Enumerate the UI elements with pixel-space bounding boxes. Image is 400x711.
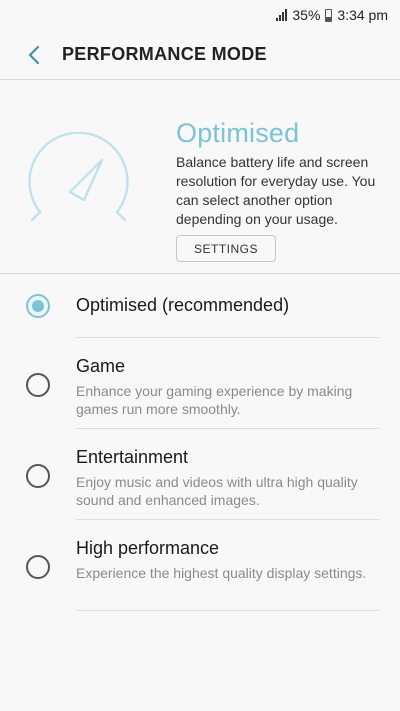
radio-unselected[interactable]: [26, 464, 50, 488]
option-high-performance[interactable]: High performance Experience the highest …: [0, 520, 400, 611]
option-label: Entertainment: [76, 447, 189, 467]
option-description: Enhance your gaming experience by making…: [76, 383, 353, 417]
radio-unselected[interactable]: [26, 555, 50, 579]
option-label: High performance: [76, 538, 220, 558]
battery-percent: 35%: [292, 7, 321, 23]
option-game[interactable]: Game Enhance your gaming experience by m…: [0, 338, 400, 429]
option-description: Experience the highest quality display s…: [76, 565, 367, 581]
back-arrow-icon[interactable]: [20, 41, 48, 69]
option-label: Optimised (recommended): [76, 295, 290, 315]
mode-summary: Optimised Balance battery life and scree…: [0, 80, 400, 274]
speedometer-icon: [28, 132, 129, 222]
option-optimised[interactable]: Optimised (recommended): [0, 274, 400, 338]
mode-title: Optimised: [176, 118, 300, 148]
mode-options: Optimised (recommended) Game Enhance you…: [0, 274, 400, 611]
radio-selected[interactable]: [26, 294, 50, 318]
mode-info: Optimised Balance battery life and scree…: [176, 118, 388, 229]
app-bar: PERFORMANCE MODE: [0, 30, 400, 80]
mode-description: Balance battery life and screen resoluti…: [176, 154, 376, 227]
battery-icon: [325, 8, 333, 22]
settings-button[interactable]: SETTINGS: [176, 235, 276, 262]
signal-icon: [276, 9, 288, 21]
option-label: Game: [76, 356, 126, 376]
radio-unselected[interactable]: [26, 373, 50, 397]
page-title: PERFORMANCE MODE: [62, 44, 267, 64]
clock: 3:34 pm: [337, 7, 388, 23]
option-entertainment[interactable]: Entertainment Enjoy music and videos wit…: [0, 429, 400, 520]
option-description: Enjoy music and videos with ultra high q…: [76, 474, 358, 508]
status-bar: 35% 3:34 pm: [0, 0, 400, 30]
